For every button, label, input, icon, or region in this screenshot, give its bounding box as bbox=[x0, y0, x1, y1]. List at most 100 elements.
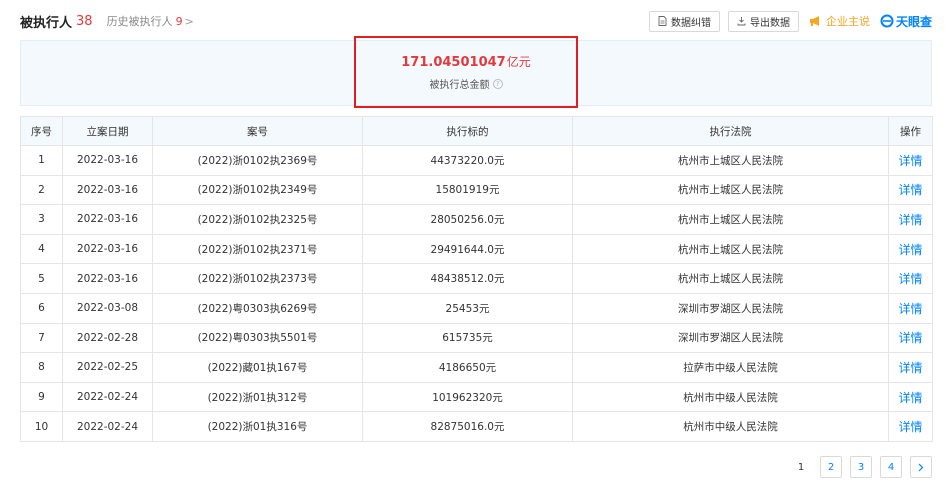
page-3-button[interactable]: 3 bbox=[850, 456, 872, 478]
cell-case-number: (2022)藏01执167号 bbox=[152, 352, 363, 383]
cell-case-number: (2022)浙0102执2373号 bbox=[152, 263, 363, 294]
page-4-button[interactable]: 4 bbox=[880, 456, 902, 478]
cell-index: 8 bbox=[20, 352, 63, 383]
total-amount-highlight: 171.04501047亿元 被执行总金额 ? bbox=[354, 36, 578, 108]
cell-index: 7 bbox=[20, 322, 63, 354]
enterprise-say-link[interactable]: 企业主说 bbox=[809, 13, 870, 29]
cell-date: 2022-02-25 bbox=[62, 352, 153, 383]
column-header-index: 序号 bbox=[20, 116, 63, 146]
column-header-date: 立案日期 bbox=[62, 116, 153, 146]
chevron-right-icon: > bbox=[184, 14, 194, 28]
detail-link[interactable]: 详情 bbox=[888, 292, 933, 324]
brand-name: 天眼查 bbox=[895, 14, 932, 29]
table-body: 1 2022-03-16 (2022)浙0102执2369号 44373220.0元杭… bbox=[20, 145, 933, 442]
cell-case-number: (2022)浙0102执2325号 bbox=[152, 204, 363, 235]
section-title: 被执行人 bbox=[20, 15, 73, 31]
column-header-amount: 执行标的 bbox=[362, 116, 573, 146]
cell-amount: 101962320元 bbox=[362, 381, 573, 413]
next-page-button[interactable] bbox=[910, 456, 932, 478]
cell-date: 2022-03-16 bbox=[62, 263, 153, 294]
cell-amount: 82875016.0元 bbox=[362, 411, 573, 442]
cell-court: 杭州市上城区人民法院 bbox=[572, 204, 889, 235]
header-actions: 数据纠错 导出数据 企业主说 天眼查 bbox=[641, 10, 932, 32]
enforcement-table: 序号 立案日期 案号 执行标的 执行法院 操作 1 2022-03-16 (2022)浙010… bbox=[20, 116, 933, 442]
export-data-label: 导出数据 bbox=[749, 17, 790, 29]
total-amount: 171.04501047亿元 bbox=[401, 53, 530, 70]
chevron-right-icon bbox=[918, 463, 924, 471]
detail-link[interactable]: 详情 bbox=[888, 352, 933, 383]
cell-date: 2022-03-16 bbox=[62, 204, 153, 235]
cell-date: 2022-02-24 bbox=[62, 381, 153, 413]
cell-index: 2 bbox=[20, 174, 63, 206]
document-icon bbox=[658, 16, 667, 26]
detail-link[interactable]: 详情 bbox=[888, 322, 933, 354]
cell-case-number: (2022)浙0102执2349号 bbox=[152, 174, 363, 206]
cell-amount: 29491644.0元 bbox=[362, 233, 573, 265]
cell-court: 杭州市中级人民法院 bbox=[572, 411, 889, 442]
page-1-button[interactable]: 1 bbox=[790, 456, 812, 478]
cell-amount: 28050256.0元 bbox=[362, 204, 573, 235]
help-icon[interactable]: ? bbox=[492, 78, 503, 89]
cell-date: 2022-02-24 bbox=[62, 411, 153, 442]
cell-court: 杭州市上城区人民法院 bbox=[572, 263, 889, 294]
cell-amount: 44373220.0元 bbox=[362, 145, 573, 176]
table-header: 序号 立案日期 案号 执行标的 执行法院 操作 bbox=[20, 116, 933, 146]
cell-index: 4 bbox=[20, 233, 63, 265]
total-amount-caption: 被执行总金额 bbox=[429, 80, 490, 91]
total-amount-unit: 亿元 bbox=[506, 55, 531, 69]
summary-panel: 171.04501047亿元 被执行总金额 ? bbox=[20, 36, 932, 108]
page: 被执行人 3 8 历史被执行人 9 > 数据纠错 导出数据 企业主说 天眼查 17… bbox=[0, 0, 952, 502]
detail-link[interactable]: 详情 bbox=[888, 233, 933, 265]
cell-amount: 15801919元 bbox=[362, 174, 573, 206]
data-correction-label: 数据纠错 bbox=[670, 17, 711, 29]
detail-link[interactable]: 详情 bbox=[888, 411, 933, 442]
cell-case-number: (2022)浙01执316号 bbox=[152, 411, 363, 442]
enterprise-say-label: 企业主说 bbox=[825, 15, 870, 28]
cell-court: 拉萨市中级人民法院 bbox=[572, 352, 889, 383]
megaphone-icon bbox=[809, 16, 819, 26]
cell-court: 深圳市罗湖区人民法院 bbox=[572, 322, 889, 354]
history-link[interactable]: 历史被执行人 9 > bbox=[107, 13, 194, 29]
detail-link[interactable]: 详情 bbox=[888, 174, 933, 206]
cell-amount: 4186650元 bbox=[362, 352, 573, 383]
cell-court: 杭州市中级人民法院 bbox=[572, 381, 889, 413]
table-row: 2 2022-03-16 (2022)浙0102执2349号 15801919元 杭州市… bbox=[20, 174, 933, 206]
detail-link[interactable]: 详情 bbox=[888, 204, 933, 235]
cell-court: 杭州市上城区人民法院 bbox=[572, 233, 889, 265]
cell-court: 杭州市上城区人民法院 bbox=[572, 174, 889, 206]
data-correction-button[interactable]: 数据纠错 bbox=[648, 10, 720, 32]
cell-amount: 615735元 bbox=[362, 322, 573, 354]
tianyancha-logo-icon bbox=[880, 14, 894, 28]
cell-court: 杭州市上城区人民法院 bbox=[572, 145, 889, 176]
column-header-action: 操作 bbox=[888, 116, 933, 146]
column-header-court: 执行法院 bbox=[572, 116, 889, 146]
pagination: 1234 bbox=[782, 456, 932, 478]
table-row: 1 2022-03-16 (2022)浙0102执2369号 44373220.0元杭… bbox=[20, 145, 933, 176]
detail-link[interactable]: 详情 bbox=[888, 381, 933, 413]
cell-index: 5 bbox=[20, 263, 63, 294]
table-row: 8 2022-02-25 (2022)藏01执167号 4186650元 拉萨市中级人民… bbox=[20, 352, 933, 383]
cell-case-number: (2022)浙01执312号 bbox=[152, 381, 363, 413]
cell-index: 9 bbox=[20, 381, 63, 413]
table-row: 6 2022-03-08 (2022)粤0303执6269号 25453元 深圳市罗湖区… bbox=[20, 292, 933, 324]
page-2-button[interactable]: 2 bbox=[820, 456, 842, 478]
brand-logo: 天眼查 bbox=[880, 13, 932, 30]
cell-index: 3 bbox=[20, 204, 63, 235]
cell-case-number: (2022)粤0303执6269号 bbox=[152, 292, 363, 324]
table-row: 7 2022-02-28 (2022)粤0303执5501号 615735元 深圳市罗湖… bbox=[20, 322, 933, 354]
cell-date: 2022-03-16 bbox=[62, 233, 153, 265]
detail-link[interactable]: 详情 bbox=[888, 145, 933, 176]
cell-date: 2022-03-08 bbox=[62, 292, 153, 324]
cell-date: 2022-02-28 bbox=[62, 322, 153, 354]
cell-amount: 25453元 bbox=[362, 292, 573, 324]
export-data-button[interactable]: 导出数据 bbox=[727, 10, 799, 32]
cell-date: 2022-03-16 bbox=[62, 145, 153, 176]
detail-link[interactable]: 详情 bbox=[888, 263, 933, 294]
cell-case-number: (2022)粤0303执5501号 bbox=[152, 322, 363, 354]
table-header-row: 序号 立案日期 案号 执行标的 执行法院 操作 bbox=[20, 116, 933, 146]
cell-date: 2022-03-16 bbox=[62, 174, 153, 206]
cell-court: 深圳市罗湖区人民法院 bbox=[572, 292, 889, 324]
total-amount-label: 被执行总金额 ? bbox=[430, 76, 503, 91]
column-header-case: 案号 bbox=[152, 116, 363, 146]
cell-case-number: (2022)浙0102执2371号 bbox=[152, 233, 363, 265]
